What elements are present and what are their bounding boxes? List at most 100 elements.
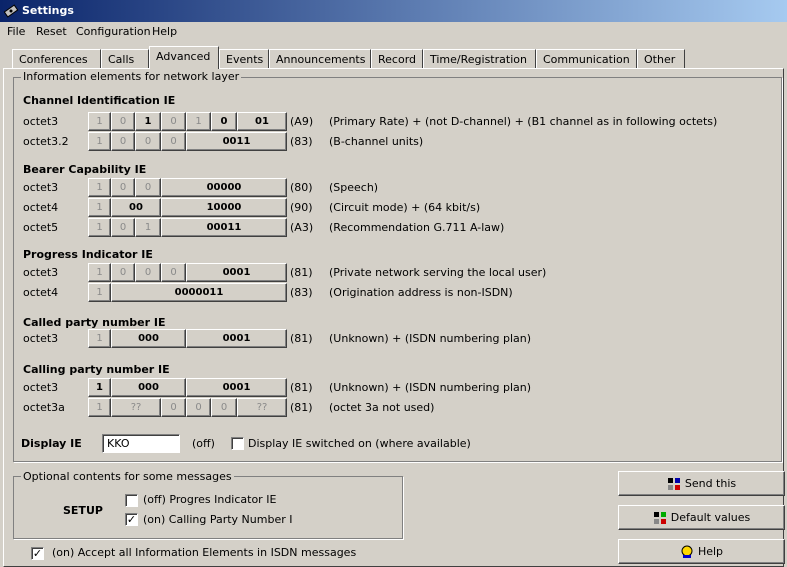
octet-bit-cell[interactable]: 1 (135, 112, 161, 131)
send-icon (667, 478, 680, 490)
octet-bit-cell[interactable]: 0 (161, 132, 186, 151)
network-layer-group-title: Information elements for network layer (21, 70, 242, 83)
row-label: octet5 (23, 221, 59, 234)
octet-description: (Speech) (329, 181, 379, 194)
octet-bit-cell[interactable]: ?? (111, 398, 161, 417)
calling-party-checkbox[interactable]: ✓ (125, 513, 138, 526)
octet-description: (Recommendation G.711 A-law) (329, 221, 505, 234)
octet-bit-cell[interactable]: 0 (135, 263, 161, 282)
octet-bit-cell[interactable]: 1 (88, 218, 111, 237)
section-channel-identification: Channel Identification IE (23, 94, 176, 107)
octet-bit-cell[interactable]: 0 (161, 398, 186, 417)
octet-bit-cell[interactable]: 0 (135, 178, 161, 197)
hex-value: (83) (290, 135, 313, 148)
octet-bit-cell[interactable]: 1 (88, 263, 111, 282)
octet-bit-cell[interactable]: 000 (111, 329, 186, 348)
tab-events[interactable]: Events (219, 49, 269, 68)
help-button[interactable]: Help (618, 539, 785, 564)
row-label: octet4 (23, 286, 59, 299)
octet-bit-cell[interactable]: 1 (88, 198, 111, 217)
menu-file[interactable]: File (7, 25, 25, 38)
octet-bit-cell[interactable]: 0 (111, 263, 135, 282)
tab-time-registration[interactable]: Time/Registration (423, 49, 536, 68)
octet-bit-cell[interactable]: 0 (161, 112, 186, 131)
hex-value: (81) (290, 266, 313, 279)
octet-bit-cell[interactable]: 0 (111, 132, 135, 151)
octet-bit-cell[interactable]: 10000 (161, 198, 287, 217)
hex-value: (81) (290, 401, 313, 414)
progress-indicator-checkbox[interactable] (125, 494, 138, 507)
menu-configuration[interactable]: Configuration (76, 25, 151, 38)
tab-record[interactable]: Record (371, 49, 423, 68)
octet-bit-cell[interactable]: 00011 (161, 218, 287, 237)
row-label: octet3 (23, 332, 59, 345)
octet-bit-cell[interactable]: 0 (186, 398, 211, 417)
help-icon (681, 545, 693, 558)
octet-description: (Circuit mode) + (64 kbit/s) (329, 201, 481, 214)
progress-indicator-option-label: (off) Progres Indicator IE (143, 493, 277, 506)
hex-value: (80) (290, 181, 313, 194)
octet-description: (Unknown) + (ISDN numbering plan) (329, 332, 532, 345)
section-bearer-capability: Bearer Capability IE (23, 163, 147, 176)
octet-bit-cell[interactable]: 1 (88, 378, 111, 397)
octet-bit-cell[interactable]: 1 (135, 218, 161, 237)
octet-bit-cell[interactable]: 1 (88, 329, 111, 348)
octet-description: (Unknown) + (ISDN numbering plan) (329, 381, 532, 394)
octet-bit-cell[interactable]: 1 (88, 112, 111, 131)
accept-all-checkbox[interactable]: ✓ (31, 547, 44, 560)
octet-bit-cell[interactable]: 1 (88, 178, 111, 197)
display-ie-checkbox-label: Display IE switched on (where available) (248, 437, 471, 450)
tab-conferences[interactable]: Conferences (12, 49, 101, 68)
octet-bit-cell[interactable]: 0 (111, 112, 135, 131)
octet-bit-cell[interactable]: ?? (237, 398, 287, 417)
octet-bit-cell[interactable]: 0001 (186, 263, 287, 282)
row-label: octet4 (23, 201, 59, 214)
octet-bit-cell[interactable]: 0001 (186, 329, 287, 348)
octet-bit-cell[interactable]: 0001 (186, 378, 287, 397)
tab-calls[interactable]: Calls (101, 49, 149, 68)
menu-bar: File Reset Configuration Help (0, 22, 787, 41)
octet-bit-cell[interactable]: 1 (88, 132, 111, 151)
octet-bit-cell[interactable]: 1 (88, 398, 111, 417)
display-ie-checkbox[interactable] (231, 437, 244, 450)
accept-all-label: (on) Accept all Information Elements in … (52, 546, 357, 559)
row-label: octet3 (23, 381, 59, 394)
optional-contents-title: Optional contents for some messages (21, 470, 234, 483)
octet-bit-cell[interactable]: 0 (111, 178, 135, 197)
octet-bit-cell[interactable]: 00 (111, 198, 161, 217)
tab-advanced[interactable]: Advanced (149, 46, 219, 69)
setup-label: SETUP (63, 504, 103, 517)
octet-bit-cell[interactable]: 1 (88, 283, 111, 302)
row-label: octet3 (23, 266, 59, 279)
octet-bit-cell[interactable]: 0 (211, 398, 237, 417)
row-label: octet3.2 (23, 135, 69, 148)
octet-bit-cell[interactable]: 00000 (161, 178, 287, 197)
octet-description: (Private network serving the local user) (329, 266, 547, 279)
settings-app-icon (3, 4, 19, 18)
octet-bit-cell[interactable]: 1 (186, 112, 211, 131)
menu-help[interactable]: Help (152, 25, 177, 38)
octet-bit-cell[interactable]: 0011 (186, 132, 287, 151)
octet-bit-cell[interactable]: 0000011 (111, 283, 287, 302)
octet-bit-cell[interactable]: 0 (135, 132, 161, 151)
send-this-button[interactable]: Send this (618, 471, 785, 496)
tab-announcements[interactable]: Announcements (269, 49, 371, 68)
menu-reset[interactable]: Reset (36, 25, 67, 38)
tab-communication[interactable]: Communication (536, 49, 637, 68)
default-values-label: Default values (670, 511, 751, 524)
display-ie-label: Display IE (21, 437, 82, 450)
octet-bit-cell[interactable]: 0 (211, 112, 237, 131)
octet-bit-cell[interactable]: 01 (237, 112, 287, 131)
row-label: octet3 (23, 181, 59, 194)
default-values-button[interactable]: Default values (618, 505, 785, 530)
hex-value: (90) (290, 201, 313, 214)
display-ie-status: (off) (192, 437, 215, 450)
octet-bit-cell[interactable]: 000 (111, 378, 186, 397)
octet-bit-cell[interactable]: 0 (111, 218, 135, 237)
octet-bit-cell[interactable]: 0 (161, 263, 186, 282)
hex-value: (81) (290, 381, 313, 394)
display-ie-input[interactable] (102, 434, 180, 453)
octet-description: (B-channel units) (329, 135, 424, 148)
tab-other[interactable]: Other (637, 49, 685, 68)
title-bar: Settings (0, 0, 787, 22)
